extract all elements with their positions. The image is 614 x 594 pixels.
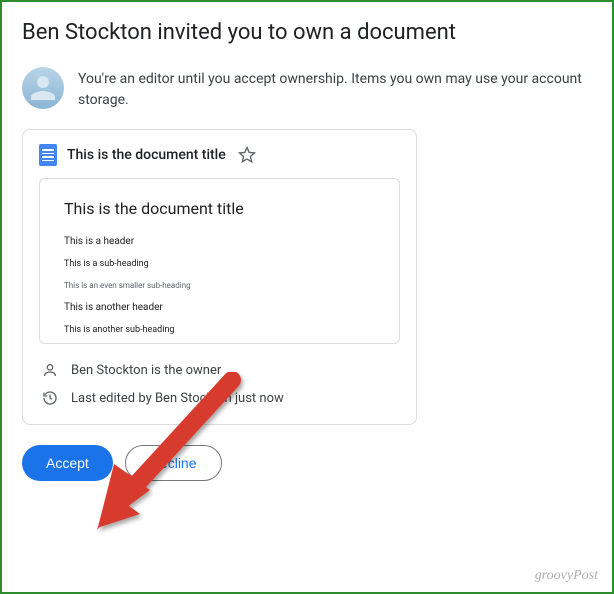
owner-text: Ben Stockton is the owner <box>71 363 221 378</box>
doc-title: This is the document title <box>67 147 226 163</box>
document-card: This is the document title This is the d… <box>22 129 417 425</box>
preview-line: This is a header <box>64 236 375 247</box>
watermark: groovyPost <box>535 568 598 584</box>
preview-line: This is an even smaller sub-heading <box>64 281 375 290</box>
last-edited-row: Last edited by Ben Stockton just now <box>39 384 400 412</box>
last-edited-text: Last edited by Ben Stockton just now <box>71 391 284 406</box>
accept-button[interactable]: Accept <box>22 445 113 481</box>
info-text: You're an editor until you accept owners… <box>78 67 592 111</box>
doc-preview: This is the document title This is a hea… <box>39 178 400 344</box>
page-title: Ben Stockton invited you to own a docume… <box>22 20 592 45</box>
preview-title: This is the document title <box>64 199 375 218</box>
star-icon[interactable] <box>238 146 256 164</box>
preview-line: This is another header <box>64 302 375 313</box>
button-row: Accept Decline <box>22 445 592 481</box>
docs-icon <box>39 144 57 166</box>
info-row: You're an editor until you accept owners… <box>22 67 592 111</box>
decline-button[interactable]: Decline <box>125 445 222 481</box>
person-icon <box>41 362 59 378</box>
person-silhouette-icon <box>25 70 61 106</box>
owner-row: Ben Stockton is the owner <box>39 356 400 384</box>
preview-line: This is another sub-heading <box>64 325 375 335</box>
history-icon <box>41 390 59 406</box>
preview-line: This is a sub-heading <box>64 259 375 269</box>
avatar <box>22 67 64 109</box>
doc-header: This is the document title <box>39 144 400 166</box>
